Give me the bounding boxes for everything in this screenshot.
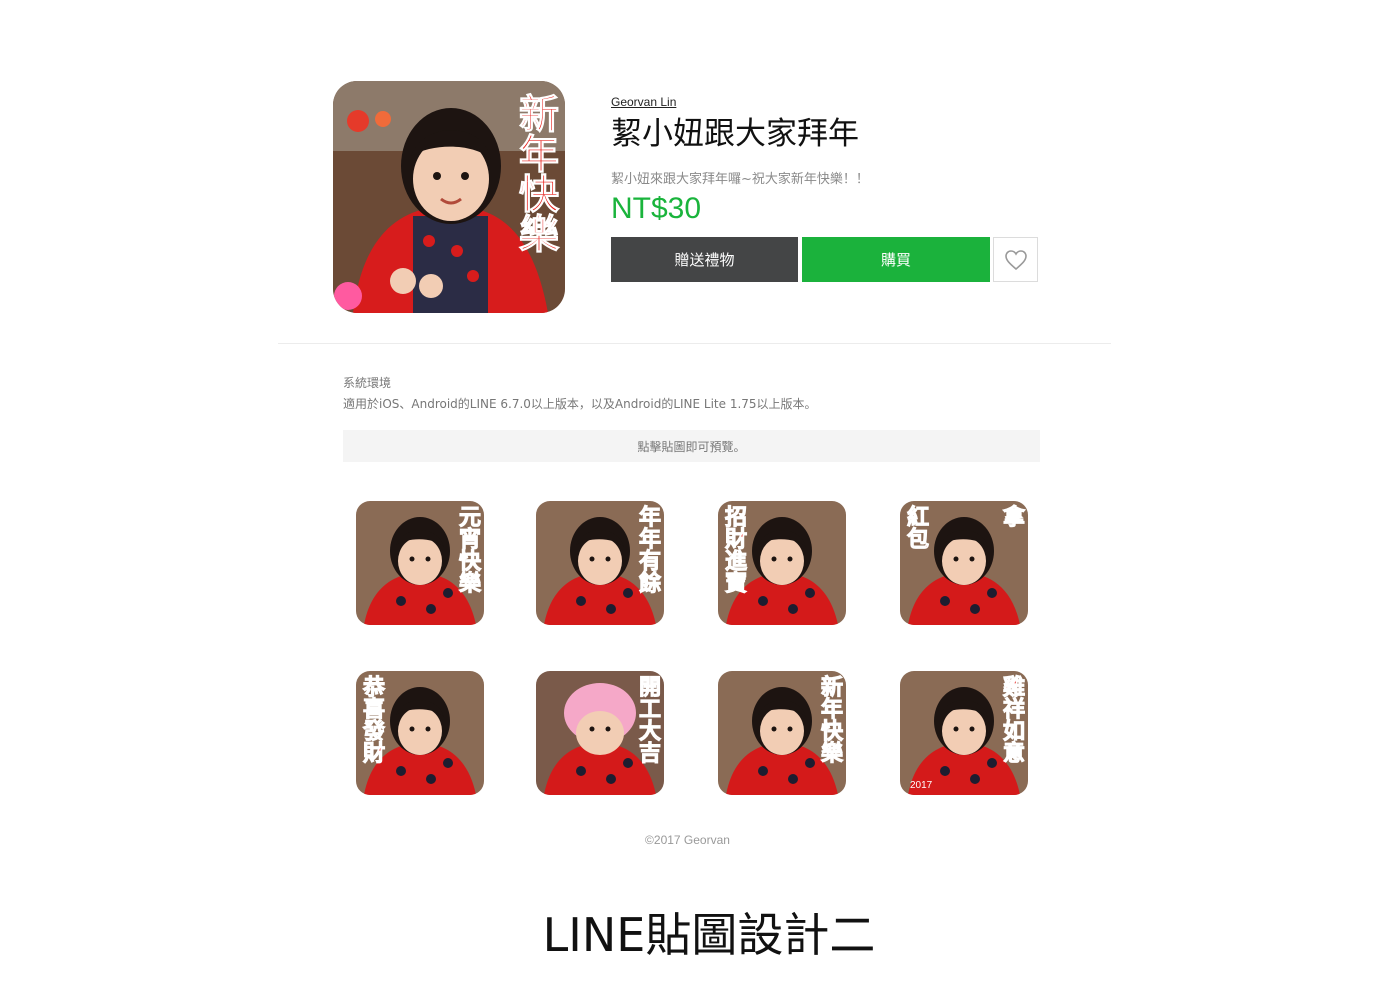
product-description: 絜小妞來跟大家拜年囉~祝大家新年快樂！！ (611, 172, 869, 187)
sticker-caption-left: 招財進寶 (721, 505, 748, 594)
main-image-caption: 新年快樂 (512, 93, 560, 254)
sticker-shop-page: 新年快樂 Georvan Lin 絜小妞跟大家拜年 絜小妞來跟大家拜年囉~祝大家… (0, 0, 1375, 1004)
sticker-caption-right: 新年快樂 (817, 675, 844, 764)
sticker-caption-right: 元宵快樂 (455, 505, 482, 594)
copyright: ©2017 Georvan (645, 833, 730, 847)
sticker-item[interactable]: 雞祥如意 2017 (900, 671, 1028, 795)
slide-caption: LINE貼圖設計二 (542, 908, 876, 962)
heart-icon (1004, 249, 1027, 270)
sticker-item[interactable]: 恭喜發財 (356, 671, 484, 795)
sticker-caption-right: 開工大吉 (635, 675, 662, 764)
buy-button[interactable]: 購買 (802, 237, 990, 282)
sticker-item[interactable]: 拿 紅包 (900, 501, 1028, 625)
system-env-label: 系統環境 (343, 376, 392, 390)
sticker-caption-right: 雞祥如意 (999, 675, 1026, 764)
sticker-caption-right: 年年有餘 (635, 505, 662, 594)
preview-hint-bar: 點擊貼圖即可預覽。 (343, 430, 1040, 462)
sticker-item[interactable]: 開工大吉 (536, 671, 664, 795)
sticker-year: 2017 (910, 780, 933, 791)
gift-button[interactable]: 贈送禮物 (611, 237, 798, 282)
product-title: 絜小妞跟大家拜年 (611, 116, 859, 152)
sticker-caption-right: 拿 (999, 505, 1026, 528)
buy-button-label: 購買 (880, 251, 911, 269)
author-link[interactable]: Georvan Lin (611, 95, 676, 109)
section-divider (278, 343, 1111, 344)
sticker-item[interactable]: 元宵快樂 (356, 501, 484, 625)
sticker-item[interactable]: 招財進寶 (718, 501, 846, 625)
sticker-item[interactable]: 年年有餘 (536, 501, 664, 625)
gift-button-label: 贈送禮物 (674, 251, 735, 269)
preview-hint-text: 點擊貼圖即可預覽。 (637, 439, 746, 454)
favorite-button[interactable] (993, 237, 1038, 282)
system-env-text: 適用於iOS、Android的LINE 6.7.0以上版本，以及Android的… (343, 397, 817, 411)
sticker-caption-left: 紅包 (903, 505, 930, 550)
sticker-item[interactable]: 新年快樂 (718, 671, 846, 795)
sticker-caption-left: 恭喜發財 (359, 675, 386, 764)
main-sticker-image: 新年快樂 (333, 81, 565, 313)
product-price: NT$30 (611, 192, 702, 225)
